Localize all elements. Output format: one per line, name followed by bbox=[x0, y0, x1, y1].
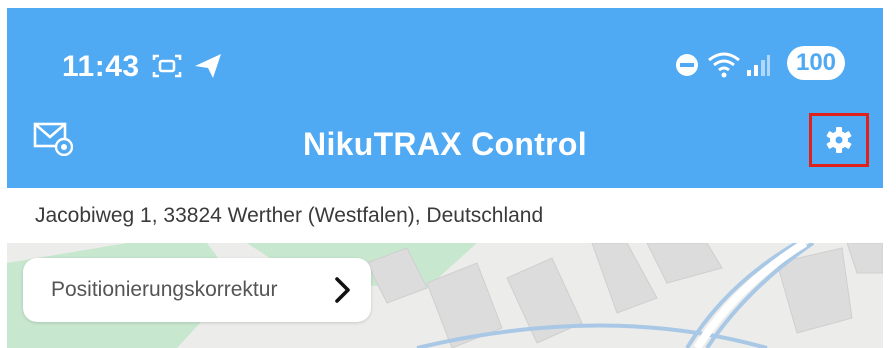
app-screen: 11:43 100 NikuTRAX Control Jacobiweg 1, … bbox=[0, 0, 896, 348]
gear-icon bbox=[826, 127, 852, 153]
status-time: 11:43 bbox=[62, 50, 140, 83]
address-text: Jacobiweg 1, 33824 Werther (Westfalen), … bbox=[35, 204, 544, 227]
header: 11:43 100 NikuTRAX Control bbox=[7, 8, 883, 188]
app-title: NikuTRAX Control bbox=[303, 126, 587, 162]
do-not-disturb-icon bbox=[676, 54, 698, 76]
positioning-correction-label: Positionierungskorrektur bbox=[51, 278, 278, 301]
settings-button[interactable] bbox=[809, 113, 869, 167]
address-bar: Jacobiweg 1, 33824 Werther (Westfalen), … bbox=[7, 188, 883, 243]
signal-icon bbox=[747, 55, 770, 76]
map-view[interactable]: Positionierungskorrektur bbox=[7, 243, 883, 348]
positioning-correction-button[interactable]: Positionierungskorrektur bbox=[23, 258, 371, 322]
wifi-icon bbox=[708, 52, 740, 78]
screen-record-icon bbox=[152, 54, 182, 78]
status-bar: 11:43 100 bbox=[7, 8, 883, 108]
send-icon bbox=[195, 54, 221, 78]
app-bar: NikuTRAX Control bbox=[7, 108, 883, 188]
chevron-right-icon bbox=[335, 277, 350, 303]
battery-indicator: 100 bbox=[787, 46, 845, 80]
